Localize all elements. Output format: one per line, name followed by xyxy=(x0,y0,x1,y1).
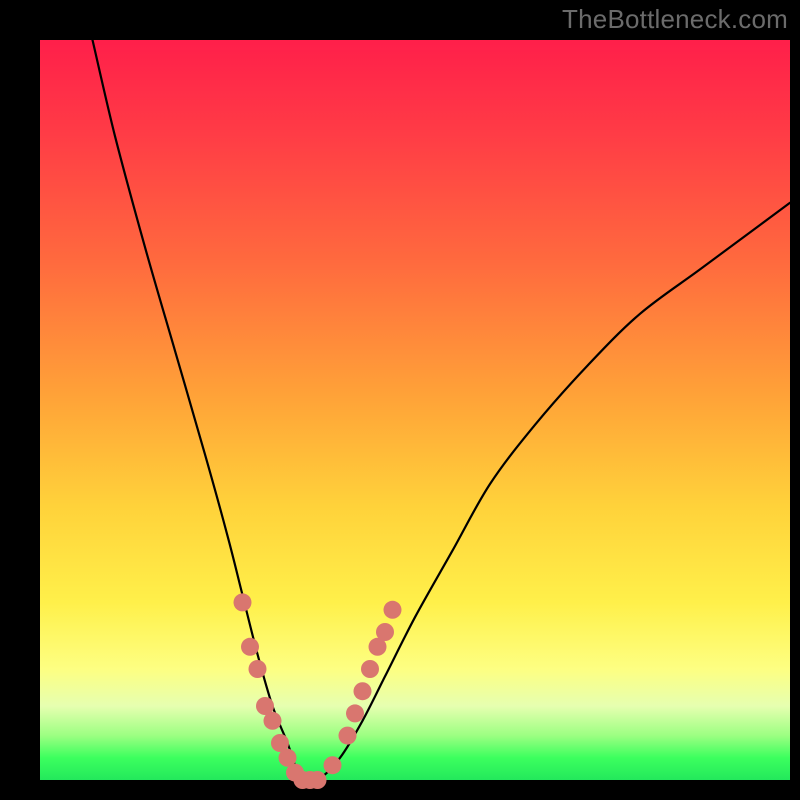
chart-stage: TheBottleneck.com xyxy=(0,0,800,800)
plot-area xyxy=(40,40,790,780)
watermark-label: TheBottleneck.com xyxy=(562,4,788,35)
